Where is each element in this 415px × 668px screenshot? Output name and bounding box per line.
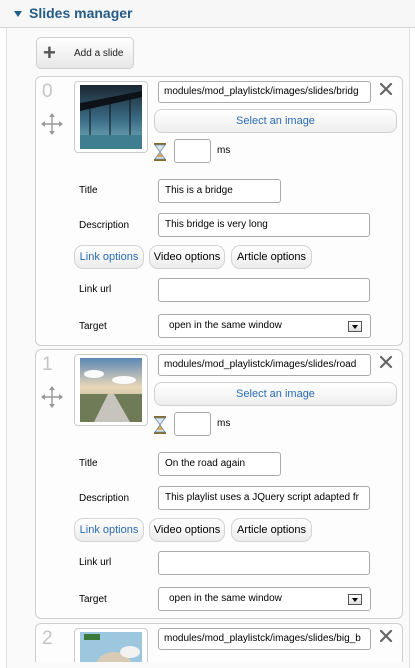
description-input[interactable]: This bridge is very long [158,213,370,237]
bridge-image [80,85,142,149]
slide-item: 0 modules/mod_playlistck/images/slides/b… [35,76,403,346]
description-input[interactable]: This playlist uses a JQuery script adapt… [158,486,370,510]
select-image-button[interactable]: Select an image [154,109,397,133]
options-tabs: Link options Video options Article optio… [74,518,402,542]
close-x-icon[interactable] [377,80,395,98]
options-tabs: Link options Video options Article optio… [74,245,402,269]
section-title: Slides manager [29,5,133,21]
slide-item: 1 modules/mod_playlistck/images/slides/r… [35,349,403,619]
dropdown-arrow-icon[interactable] [348,594,362,605]
move-arrows-icon[interactable] [41,386,63,408]
target-select[interactable]: open in the same window [158,314,371,338]
big-buck-image [80,632,142,662]
target-label: Target [79,594,107,605]
close-x-icon[interactable] [377,627,395,645]
road-image [80,358,142,422]
collapse-triangle-icon[interactable] [14,11,22,17]
slide-number: 0 [42,81,53,102]
tab-article-options[interactable]: Article options [231,518,312,542]
tab-article-options[interactable]: Article options [231,245,312,269]
title-input[interactable]: On the road again [158,452,281,476]
image-path-input[interactable]: modules/mod_playlistck/images/slides/big… [158,628,371,650]
tab-video-options[interactable]: Video options [149,245,225,269]
target-label: Target [79,321,107,332]
hourglass-icon [154,416,166,434]
link-url-label: Link url [79,557,112,568]
title-label: Title [79,185,98,196]
add-slide-button[interactable]: + Add a slide [36,37,134,69]
title-label: Title [79,458,98,469]
slide-number: 1 [42,354,53,375]
add-slide-label: Add a slide [74,48,124,59]
duration-input[interactable] [174,412,211,436]
description-label: Description [79,493,130,504]
select-image-button[interactable]: Select an image [154,382,397,406]
slide-item: 2 modules/mod_playlistck/images/slides/b… [35,623,403,662]
slide-thumbnail[interactable] [74,628,148,662]
move-arrows-icon[interactable] [41,113,63,135]
section-header[interactable]: Slides manager [0,0,415,28]
ms-unit-label: ms [217,418,231,429]
link-url-label: Link url [79,284,112,295]
slide-thumbnail[interactable] [74,81,148,153]
image-path-input[interactable]: modules/mod_playlistck/images/slides/bri… [158,81,371,103]
tab-link-options[interactable]: Link options [74,245,144,269]
link-url-input[interactable] [158,551,370,575]
dropdown-arrow-icon[interactable] [348,321,362,332]
image-path-input[interactable]: modules/mod_playlistck/images/slides/roa… [158,354,371,376]
slide-thumbnail[interactable] [74,354,148,426]
target-select-value: open in the same window [169,320,282,331]
hourglass-icon [154,143,166,161]
slide-number: 2 [42,628,53,649]
ms-unit-label: ms [217,145,231,156]
target-select-value: open in the same window [169,593,282,604]
tab-video-options[interactable]: Video options [149,518,225,542]
description-label: Description [79,220,130,231]
close-x-icon[interactable] [377,353,395,371]
duration-input[interactable] [174,139,211,163]
link-url-input[interactable] [158,278,370,302]
target-select[interactable]: open in the same window [158,587,371,611]
plus-icon: + [43,40,56,65]
tab-link-options[interactable]: Link options [74,518,144,542]
title-input[interactable]: This is a bridge [158,179,281,203]
